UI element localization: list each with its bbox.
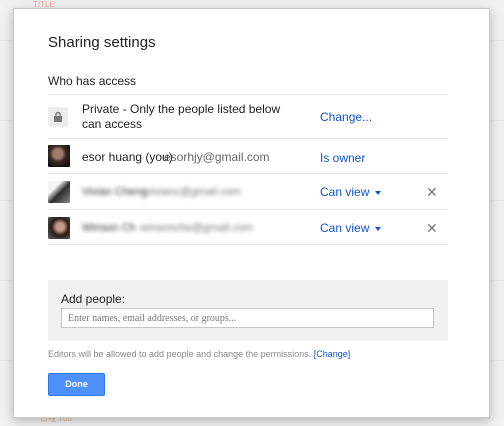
editors-change-link[interactable]: [Change] (314, 349, 351, 359)
editors-note-text: Editors will be allowed to add people an… (48, 349, 312, 359)
lock-icon (48, 107, 68, 127)
collaborator-email: vivianc@gmail.com (146, 186, 241, 198)
chevron-down-icon (375, 190, 382, 195)
avatar (48, 217, 70, 239)
sharing-settings-dialog: Sharing settings Who has access Private … (13, 8, 490, 418)
avatar (48, 145, 70, 167)
permission-dropdown[interactable]: Can view (320, 185, 382, 199)
collaborator-row: Winson Ch winsonche@gmail.com Can view ✕ (48, 209, 448, 245)
change-visibility-link[interactable]: Change... (320, 110, 372, 124)
owner-role: Is owner (320, 151, 366, 165)
done-button[interactable]: Done (48, 373, 105, 396)
add-people-panel: Add people: (48, 280, 448, 341)
collaborator-row: Vivian Cheng vivianc@gmail.com Can view … (48, 173, 448, 209)
remove-collaborator-button[interactable]: ✕ (426, 184, 438, 201)
visibility-row: Private - Only the people listed below c… (48, 94, 448, 138)
add-people-input[interactable] (61, 308, 434, 328)
dialog-title: Sharing settings (48, 34, 156, 51)
collaborator-name: Vivian Cheng (82, 186, 148, 198)
permission-dropdown[interactable]: Can view (320, 221, 382, 235)
owner-name: esor huang (you) (82, 150, 173, 164)
permission-label: Can view (320, 221, 370, 235)
owner-email: esorhjy@gmail.com (164, 150, 270, 164)
who-has-access-label: Who has access (48, 74, 137, 88)
add-people-label: Add people: (61, 292, 126, 306)
permission-label: Can view (320, 185, 370, 199)
avatar (48, 181, 70, 203)
editors-note: Editors will be allowed to add people an… (48, 349, 350, 359)
owner-row: esor huang (you) esorhjy@gmail.com Is ow… (48, 138, 448, 173)
remove-collaborator-button[interactable]: ✕ (426, 220, 438, 237)
chevron-down-icon (375, 226, 382, 231)
collaborator-email: winsonche@gmail.com (140, 222, 254, 234)
visibility-text: Private - Only the people listed below c… (82, 102, 281, 131)
collaborator-name: Winson Ch (82, 222, 136, 234)
